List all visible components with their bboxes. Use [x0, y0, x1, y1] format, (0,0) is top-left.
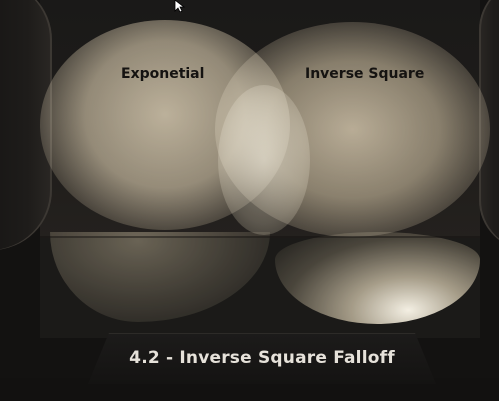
exponential-label: Exponetial — [121, 66, 205, 82]
floor — [40, 238, 480, 338]
wall-floor-edge — [40, 236, 480, 238]
inverse-square-label: Inverse Square — [305, 66, 425, 82]
caption-title: 4.2 - Inverse Square Falloff — [129, 348, 395, 368]
right-wall-bezel — [479, 0, 499, 250]
light-falloff-scene: Exponetial Inverse Square 4.2 - Inverse … — [0, 0, 499, 401]
caption-plate: 4.2 - Inverse Square Falloff — [88, 333, 436, 384]
left-wall-bezel — [0, 0, 52, 250]
mouse-pointer-icon — [174, 0, 186, 12]
back-wall — [40, 0, 480, 240]
